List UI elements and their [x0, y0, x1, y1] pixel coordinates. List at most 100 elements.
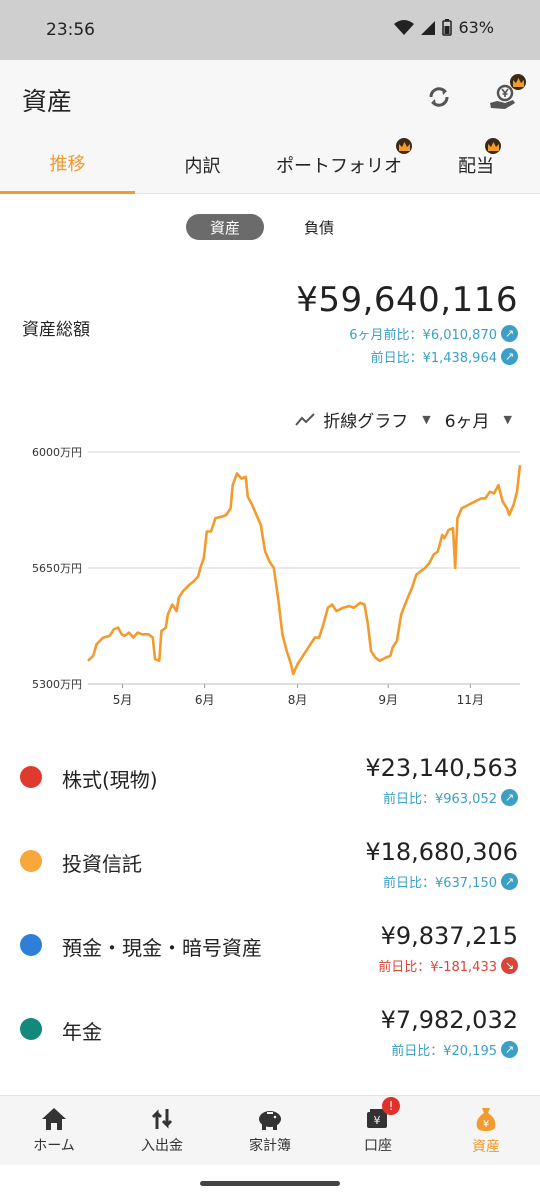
total-assets-value: ¥59,640,116 — [296, 280, 518, 320]
tab-trend[interactable]: 推移 — [0, 135, 135, 194]
six-month-comparison: 6ヶ月前比：¥6,010,870 ↗ — [349, 324, 518, 343]
asset-name: 投資信託 — [62, 852, 142, 876]
svg-text:¥: ¥ — [374, 1114, 381, 1127]
asset-name: 預金・現金・暗号資産 — [62, 936, 262, 960]
tab-label: 配当 — [458, 155, 494, 177]
total-assets-label: 資産総額 — [22, 320, 90, 340]
home-icon — [42, 1108, 66, 1130]
previous-day-comparison-text: 前日比：¥1,438,964 — [370, 351, 497, 366]
legend-dot — [20, 1018, 42, 1040]
period-dropdown[interactable]: 6ヶ月 — [445, 407, 490, 432]
nav-label: ホーム — [33, 1138, 75, 1154]
y-tick-label: 5300万円 — [32, 678, 82, 691]
asset-comparison: 前日比：¥963,052 ↗ — [383, 788, 518, 807]
line-chart-icon — [295, 412, 315, 426]
asset-row-investment-trust[interactable]: 投資信託 ¥18,680,306 前日比：¥637,150 ↗ — [0, 836, 540, 916]
arrow-up-right-icon: ↗ — [501, 1041, 518, 1058]
arrow-up-right-icon: ↗ — [501, 789, 518, 806]
asset-comparison-text: 前日比：¥20,195 — [391, 1044, 497, 1059]
sync-button[interactable] — [422, 80, 456, 114]
y-tick-label: 5650万円 — [32, 562, 82, 575]
asset-comparison-text: 前日比：¥963,052 — [382, 792, 497, 807]
arrow-down-right-icon: ↘ — [501, 957, 518, 974]
nav-assets[interactable]: ¥ 資産 — [432, 1096, 540, 1166]
battery-level: 63% — [458, 18, 494, 37]
y-tick-label: 6000万円 — [32, 446, 82, 459]
x-tick-label: 8月 — [288, 693, 308, 707]
legend-dot — [20, 934, 42, 956]
bottom-navigation: ホーム 入出金 家計簿 ¥ ! 口座 ¥ 資産 — [0, 1095, 540, 1165]
transfer-icon — [151, 1109, 173, 1129]
asset-liability-toggle: 資産 負債 — [186, 214, 358, 240]
chart-controls: 折線グラフ ▼ 6ヶ月 ▼ — [295, 407, 512, 432]
x-tick-label: 9月 — [378, 693, 398, 707]
asset-row-cash-crypto[interactable]: 預金・現金・暗号資産 ¥9,837,215 前日比：¥-181,433 ↘ — [0, 920, 540, 1000]
nav-label: 家計簿 — [249, 1138, 291, 1154]
asset-comparison-text: 前日比：¥-181,433 — [378, 960, 497, 975]
asset-comparison: 前日比：¥-181,433 ↘ — [378, 956, 518, 975]
asset-trend-chart-svg: 6000万円 5650万円 5300万円 5月 6月 8月 9月 11月 — [32, 446, 522, 707]
nav-home[interactable]: ホーム — [0, 1096, 108, 1166]
app-header: 資産 — [0, 60, 540, 135]
money-bag-icon: ¥ — [476, 1108, 496, 1131]
notification-badge: ! — [382, 1097, 400, 1115]
asset-trend-chart: 6000万円 5650万円 5300万円 5月 6月 8月 9月 11月 — [0, 440, 540, 720]
asset-value: ¥7,982,032 — [380, 1006, 518, 1034]
chevron-down-icon: ▼ — [503, 413, 512, 426]
wifi-icon — [394, 19, 415, 35]
tab-dividend[interactable]: 配当 — [412, 135, 540, 194]
status-icons: 63% — [394, 18, 494, 37]
gesture-bar — [200, 1181, 340, 1186]
status-bar: 23:56 63% — [0, 0, 540, 60]
x-tick-label: 11月 — [457, 693, 484, 707]
x-tick-label: 6月 — [195, 693, 215, 707]
nav-label: 入出金 — [141, 1138, 183, 1154]
svg-text:¥: ¥ — [483, 1119, 489, 1130]
tab-label: ポートフォリオ — [276, 155, 402, 177]
tab-label: 推移 — [49, 154, 86, 175]
chart-type-label: 折線グラフ — [323, 412, 409, 432]
arrow-up-right-icon: ↗ — [501, 348, 518, 365]
asset-row-stocks[interactable]: 株式(現物) ¥23,140,563 前日比：¥963,052 ↗ — [0, 752, 540, 832]
asset-comparison-text: 前日比：¥637,150 — [382, 876, 497, 891]
asset-value: ¥9,837,215 — [380, 922, 518, 950]
previous-day-comparison: 前日比：¥1,438,964 ↗ — [371, 347, 518, 366]
tab-breakdown[interactable]: 内訳 — [135, 135, 270, 194]
asset-row-pension[interactable]: 年金 ¥7,982,032 前日比：¥20,195 ↗ — [0, 1004, 540, 1084]
six-month-comparison-text: 6ヶ月前比：¥6,010,870 — [349, 328, 497, 343]
chart-type-dropdown[interactable]: 折線グラフ — [295, 407, 408, 432]
tab-portfolio[interactable]: ポートフォリオ — [266, 135, 412, 194]
sync-icon — [429, 87, 449, 107]
toggle-assets[interactable]: 資産 — [186, 214, 264, 240]
toggle-liabilities[interactable]: 負債 — [280, 214, 358, 240]
x-tick-label: 5月 — [113, 693, 133, 707]
status-time: 23:56 — [46, 20, 95, 40]
arrow-up-right-icon: ↗ — [501, 873, 518, 890]
premium-yen-button[interactable] — [486, 74, 526, 114]
nav-label: 口座 — [364, 1138, 392, 1154]
premium-crown-icon — [396, 138, 412, 154]
period-label: 6ヶ月 — [444, 412, 490, 432]
page-title: 資産 — [22, 87, 73, 116]
asset-value: ¥23,140,563 — [365, 754, 518, 782]
asset-value: ¥18,680,306 — [365, 838, 518, 866]
nav-label: 資産 — [472, 1139, 500, 1155]
piggy-bank-icon — [259, 1111, 281, 1130]
arrow-up-right-icon: ↗ — [501, 325, 518, 342]
battery-icon — [442, 19, 453, 36]
legend-dot — [20, 850, 42, 872]
chevron-down-icon: ▼ — [422, 413, 431, 426]
premium-crown-icon — [485, 138, 501, 154]
nav-household-book[interactable]: 家計簿 — [216, 1096, 324, 1166]
premium-crown-icon — [510, 74, 526, 90]
tab-bar: 推移 内訳 ポートフォリオ 配当 — [0, 135, 540, 194]
tab-label: 内訳 — [184, 155, 221, 177]
nav-accounts[interactable]: ¥ ! 口座 — [324, 1096, 432, 1166]
asset-comparison: 前日比：¥20,195 ↗ — [391, 1040, 518, 1059]
signal-icon — [421, 20, 436, 35]
asset-comparison: 前日比：¥637,150 ↗ — [383, 872, 518, 891]
asset-total-series-line — [87, 465, 522, 676]
account-icon-wrap: ¥ ! — [365, 1097, 400, 1131]
asset-name: 年金 — [62, 1020, 102, 1044]
nav-transfers[interactable]: 入出金 — [108, 1096, 216, 1166]
